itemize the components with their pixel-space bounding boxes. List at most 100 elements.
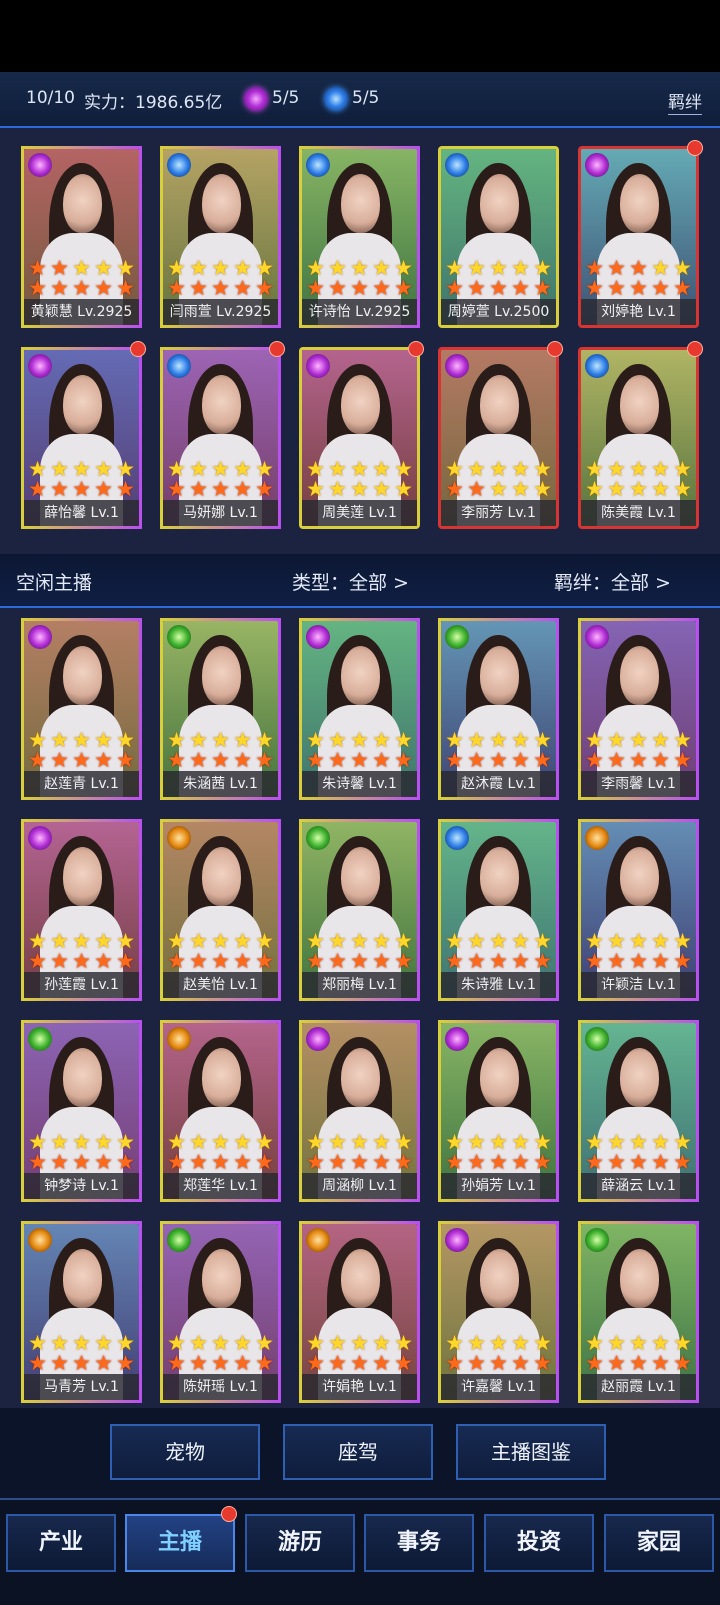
tab-affairs[interactable]: 事务 <box>364 1514 474 1572</box>
star-icon: ★ <box>72 1331 91 1355</box>
star-icon: ★ <box>467 1351 486 1375</box>
streamer-card[interactable]: ★ ★ ★ ★ ★ ★ ★ ★ ★ ★ 赵美怡 Lv.1 <box>160 819 281 1001</box>
streamer-card[interactable]: ★ ★ ★ ★ ★ ★ ★ ★ ★ ★ 赵沐霞 Lv.1 <box>438 618 559 800</box>
streamer-card[interactable]: ★ ★ ★ ★ ★ ★ ★ ★ ★ ★ 黄颖慧 Lv.2925 <box>21 146 142 328</box>
streamer-name-level: 陈妍瑶 Lv.1 <box>163 1374 278 1400</box>
streamer-card[interactable]: ★ ★ ★ ★ ★ ★ ★ ★ ★ ★ 周婷萱 Lv.2500 <box>438 146 559 328</box>
star-icon: ★ <box>189 477 208 501</box>
star-icon: ★ <box>489 929 508 953</box>
star-icon: ★ <box>328 477 347 501</box>
star-rating: ★ ★ ★ ★ ★ ★ ★ ★ ★ ★ <box>24 458 139 500</box>
star-icon: ★ <box>167 1351 186 1375</box>
streamer-card[interactable]: ★ ★ ★ ★ ★ ★ ★ ★ ★ ★ 刘婷艳 Lv.1 <box>578 146 699 328</box>
streamer-card[interactable]: ★ ★ ★ ★ ★ ★ ★ ★ ★ ★ 马妍娜 Lv.1 <box>160 347 281 529</box>
streamer-card[interactable]: ★ ★ ★ ★ ★ ★ ★ ★ ★ ★ 赵丽霞 Lv.1 <box>578 1221 699 1403</box>
streamer-card[interactable]: ★ ★ ★ ★ ★ ★ ★ ★ ★ ★ 朱诗馨 Lv.1 <box>299 618 420 800</box>
star-icon: ★ <box>50 1150 69 1174</box>
bond-filter[interactable]: 羁绊：全部 > <box>554 568 671 595</box>
streamer-album-button[interactable]: 主播图鉴 <box>456 1424 606 1480</box>
star-icon: ★ <box>629 728 648 752</box>
streamer-card[interactable]: ★ ★ ★ ★ ★ ★ ★ ★ ★ ★ 李雨馨 Lv.1 <box>578 618 699 800</box>
star-rating: ★ ★ ★ ★ ★ ★ ★ ★ ★ ★ <box>163 1332 278 1374</box>
streamer-card[interactable]: ★ ★ ★ ★ ★ ★ ★ ★ ★ ★ 陈美霞 Lv.1 <box>578 347 699 529</box>
idle-streamer-grid: ★ ★ ★ ★ ★ ★ ★ ★ ★ ★ 赵莲青 Lv.1 ★ ★ ★ ★ ★ ★ ★ ★ ★ ★ 朱涵茜 Lv.1 ★ ★ ★ ★… <box>0 608 720 1408</box>
star-rating: ★ ★ ★ ★ ★ ★ ★ ★ ★ ★ <box>24 1131 139 1173</box>
star-icon: ★ <box>350 1351 369 1375</box>
star-icon: ★ <box>511 949 530 973</box>
portrait-head <box>620 1047 660 1108</box>
star-icon: ★ <box>306 949 325 973</box>
star-icon: ★ <box>50 1130 69 1154</box>
streamer-card[interactable]: ★ ★ ★ ★ ★ ★ ★ ★ ★ ★ 郑丽梅 Lv.1 <box>299 819 420 1001</box>
portrait-head <box>202 1248 242 1309</box>
streamer-card[interactable]: ★ ★ ★ ★ ★ ★ ★ ★ ★ ★ 许嘉馨 Lv.1 <box>438 1221 559 1403</box>
star-icon: ★ <box>467 1130 486 1154</box>
star-icon: ★ <box>116 949 135 973</box>
tab-streamer[interactable]: 主播 <box>125 1514 235 1572</box>
streamer-card[interactable]: ★ ★ ★ ★ ★ ★ ★ ★ ★ ★ 薛涵云 Lv.1 <box>578 1020 699 1202</box>
star-icon: ★ <box>211 457 230 481</box>
streamer-card[interactable]: ★ ★ ★ ★ ★ ★ ★ ★ ★ ★ 李丽芳 Lv.1 <box>438 347 559 529</box>
star-rating: ★ ★ ★ ★ ★ ★ ★ ★ ★ ★ <box>163 930 278 972</box>
streamer-card[interactable]: ★ ★ ★ ★ ★ ★ ★ ★ ★ ★ 孙莲霞 Lv.1 <box>21 819 142 1001</box>
star-icon: ★ <box>167 728 186 752</box>
streamer-card[interactable]: ★ ★ ★ ★ ★ ★ ★ ★ ★ ★ 郑莲华 Lv.1 <box>160 1020 281 1202</box>
star-icon: ★ <box>445 256 464 280</box>
streamer-card[interactable]: ★ ★ ★ ★ ★ ★ ★ ★ ★ ★ 朱诗雅 Lv.1 <box>438 819 559 1001</box>
star-icon: ★ <box>511 1331 530 1355</box>
tab-home[interactable]: 家园 <box>604 1514 714 1572</box>
streamer-card[interactable]: ★ ★ ★ ★ ★ ★ ★ ★ ★ ★ 许诗怡 Lv.2925 <box>299 146 420 328</box>
star-icon: ★ <box>189 256 208 280</box>
streamer-card[interactable]: ★ ★ ★ ★ ★ ★ ★ ★ ★ ★ 钟梦诗 Lv.1 <box>21 1020 142 1202</box>
streamer-card[interactable]: ★ ★ ★ ★ ★ ★ ★ ★ ★ ★ 薛怡馨 Lv.1 <box>21 347 142 529</box>
blue-element-icon <box>585 354 609 378</box>
portrait-head <box>202 173 242 234</box>
star-icon: ★ <box>585 477 604 501</box>
star-icon: ★ <box>50 748 69 772</box>
notification-dot <box>687 140 703 156</box>
star-icon: ★ <box>489 457 508 481</box>
green-element-icon <box>167 1228 191 1252</box>
purple-element-icon <box>585 625 609 649</box>
tab-investment[interactable]: 投资 <box>484 1514 594 1572</box>
star-icon: ★ <box>585 728 604 752</box>
green-element-icon <box>167 625 191 649</box>
star-icon: ★ <box>306 1331 325 1355</box>
streamer-card[interactable]: ★ ★ ★ ★ ★ ★ ★ ★ ★ ★ 朱涵茜 Lv.1 <box>160 618 281 800</box>
streamer-card[interactable]: ★ ★ ★ ★ ★ ★ ★ ★ ★ ★ 周涵柳 Lv.1 <box>299 1020 420 1202</box>
pet-button[interactable]: 宠物 <box>110 1424 260 1480</box>
streamer-card[interactable]: ★ ★ ★ ★ ★ ★ ★ ★ ★ ★ 许颖洁 Lv.1 <box>578 819 699 1001</box>
star-icon: ★ <box>489 1150 508 1174</box>
type-filter[interactable]: 类型：全部 > <box>292 568 409 595</box>
star-icon: ★ <box>372 1130 391 1154</box>
star-icon: ★ <box>350 748 369 772</box>
star-icon: ★ <box>255 748 274 772</box>
star-icon: ★ <box>211 929 230 953</box>
streamer-card[interactable]: ★ ★ ★ ★ ★ ★ ★ ★ ★ ★ 赵莲青 Lv.1 <box>21 618 142 800</box>
portrait-head <box>341 645 381 706</box>
star-icon: ★ <box>72 276 91 300</box>
tab-travel[interactable]: 游历 <box>245 1514 355 1572</box>
star-icon: ★ <box>394 748 413 772</box>
star-icon: ★ <box>328 1130 347 1154</box>
star-icon: ★ <box>211 728 230 752</box>
star-icon: ★ <box>445 929 464 953</box>
star-icon: ★ <box>116 256 135 280</box>
notification-dot <box>221 1506 237 1522</box>
streamer-card[interactable]: ★ ★ ★ ★ ★ ★ ★ ★ ★ ★ 闫雨萱 Lv.2925 <box>160 146 281 328</box>
star-icon: ★ <box>255 728 274 752</box>
tab-industry[interactable]: 产业 <box>6 1514 116 1572</box>
streamer-card[interactable]: ★ ★ ★ ★ ★ ★ ★ ★ ★ ★ 周美莲 Lv.1 <box>299 347 420 529</box>
streamer-card[interactable]: ★ ★ ★ ★ ★ ★ ★ ★ ★ ★ 孙娟芳 Lv.1 <box>438 1020 559 1202</box>
mount-button[interactable]: 座驾 <box>283 1424 433 1480</box>
star-icon: ★ <box>445 1150 464 1174</box>
streamer-name-level: 孙莲霞 Lv.1 <box>24 972 139 998</box>
streamer-card[interactable]: ★ ★ ★ ★ ★ ★ ★ ★ ★ ★ 陈妍瑶 Lv.1 <box>160 1221 281 1403</box>
streamer-card[interactable]: ★ ★ ★ ★ ★ ★ ★ ★ ★ ★ 马青芳 Lv.1 <box>21 1221 142 1403</box>
star-icon: ★ <box>50 477 69 501</box>
star-rating: ★ ★ ★ ★ ★ ★ ★ ★ ★ ★ <box>441 930 556 972</box>
bond-link[interactable]: 羁绊 <box>668 88 702 115</box>
star-rating: ★ ★ ★ ★ ★ ★ ★ ★ ★ ★ <box>302 729 417 771</box>
streamer-card[interactable]: ★ ★ ★ ★ ★ ★ ★ ★ ★ ★ 许娟艳 Lv.1 <box>299 1221 420 1403</box>
star-icon: ★ <box>467 276 486 300</box>
